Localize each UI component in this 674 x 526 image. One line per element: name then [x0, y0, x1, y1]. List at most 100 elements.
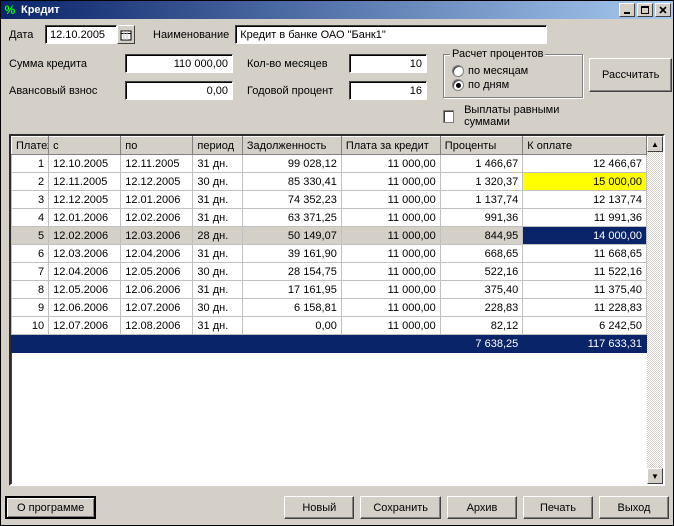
- cell[interactable]: 30 дн.: [193, 299, 242, 317]
- cell[interactable]: 11 000,00: [341, 263, 440, 281]
- cell[interactable]: 12.04.2006: [121, 245, 193, 263]
- cell[interactable]: 31 дн.: [193, 317, 242, 335]
- cell[interactable]: 991,36: [440, 209, 522, 227]
- cell[interactable]: 1 320,37: [440, 173, 522, 191]
- close-button[interactable]: [655, 3, 671, 17]
- cell[interactable]: 12.12.2005: [121, 173, 193, 191]
- cell[interactable]: 12.07.2006: [121, 299, 193, 317]
- table-row[interactable]: 312.12.200512.01.200631 дн.74 352,2311 0…: [12, 191, 647, 209]
- cell[interactable]: 11 000,00: [341, 299, 440, 317]
- cell[interactable]: 4: [12, 209, 49, 227]
- table-row[interactable]: 612.03.200612.04.200631 дн.39 161,9011 0…: [12, 245, 647, 263]
- cell[interactable]: 28 154,75: [242, 263, 341, 281]
- cell[interactable]: 85 330,41: [242, 173, 341, 191]
- cell[interactable]: 17 161,95: [242, 281, 341, 299]
- cell[interactable]: 12.06.2006: [121, 281, 193, 299]
- col-interest[interactable]: Проценты: [440, 137, 522, 155]
- cell[interactable]: 12.05.2006: [49, 281, 121, 299]
- cell[interactable]: 12.11.2005: [49, 173, 121, 191]
- table-row[interactable]: 1012.07.200612.08.200631 дн.0,0011 000,0…: [12, 317, 647, 335]
- about-button[interactable]: О программе: [5, 496, 96, 519]
- cell[interactable]: 14 000,00: [523, 227, 647, 245]
- cell[interactable]: 31 дн.: [193, 245, 242, 263]
- cell[interactable]: 63 371,25: [242, 209, 341, 227]
- name-input[interactable]: [235, 25, 547, 44]
- cell[interactable]: 99 028,12: [242, 155, 341, 173]
- save-button[interactable]: Сохранить: [360, 496, 441, 519]
- cell[interactable]: 31 дн.: [193, 191, 242, 209]
- cell[interactable]: 11 668,65: [523, 245, 647, 263]
- cell[interactable]: 74 352,23: [242, 191, 341, 209]
- cell[interactable]: 12.02.2006: [49, 227, 121, 245]
- cell[interactable]: 10: [12, 317, 49, 335]
- cell[interactable]: 5: [12, 227, 49, 245]
- cell[interactable]: 12.10.2005: [49, 155, 121, 173]
- col-from[interactable]: с: [49, 137, 121, 155]
- sum-input[interactable]: [125, 54, 233, 73]
- cell[interactable]: 31 дн.: [193, 209, 242, 227]
- cell[interactable]: 12.12.2005: [49, 191, 121, 209]
- cell[interactable]: 11 522,16: [523, 263, 647, 281]
- advance-input[interactable]: [125, 81, 233, 100]
- cell[interactable]: 30 дн.: [193, 173, 242, 191]
- cell[interactable]: 844,95: [440, 227, 522, 245]
- print-button[interactable]: Печать: [523, 496, 593, 519]
- titlebar[interactable]: % Кредит: [1, 1, 673, 19]
- cell[interactable]: 6 242,50: [523, 317, 647, 335]
- cell[interactable]: 12.08.2006: [121, 317, 193, 335]
- cell[interactable]: 7: [12, 263, 49, 281]
- col-to[interactable]: по: [121, 137, 193, 155]
- cell[interactable]: 82,12: [440, 317, 522, 335]
- cell[interactable]: 8: [12, 281, 49, 299]
- minimize-button[interactable]: [619, 3, 635, 17]
- vertical-scrollbar[interactable]: ▲ ▼: [647, 136, 663, 484]
- cell[interactable]: 228,83: [440, 299, 522, 317]
- radio-by-months[interactable]: по месяцам: [452, 65, 574, 77]
- cell[interactable]: 12.11.2005: [121, 155, 193, 173]
- cell[interactable]: 12.01.2006: [49, 209, 121, 227]
- cell[interactable]: 12.06.2006: [49, 299, 121, 317]
- cell[interactable]: 1 137,74: [440, 191, 522, 209]
- cell[interactable]: 12.07.2006: [49, 317, 121, 335]
- col-debt[interactable]: Задолженность: [242, 137, 341, 155]
- cell[interactable]: 12.02.2006: [121, 209, 193, 227]
- cell[interactable]: 2: [12, 173, 49, 191]
- scroll-down-icon[interactable]: ▼: [647, 468, 663, 484]
- table-row[interactable]: 212.11.200512.12.200530 дн.85 330,4111 0…: [12, 173, 647, 191]
- scroll-up-icon[interactable]: ▲: [647, 136, 663, 152]
- exit-button[interactable]: Выход: [599, 496, 669, 519]
- cell[interactable]: 522,16: [440, 263, 522, 281]
- rate-input[interactable]: [349, 81, 427, 100]
- cell[interactable]: 11 375,40: [523, 281, 647, 299]
- cell[interactable]: 11 000,00: [341, 281, 440, 299]
- cell[interactable]: 12 466,67: [523, 155, 647, 173]
- cell[interactable]: 30 дн.: [193, 263, 242, 281]
- cell[interactable]: 668,65: [440, 245, 522, 263]
- cell[interactable]: 12.03.2006: [49, 245, 121, 263]
- table-row[interactable]: 512.02.200612.03.200628 дн.50 149,0711 0…: [12, 227, 647, 245]
- col-total[interactable]: К оплате: [523, 137, 647, 155]
- table-row[interactable]: 412.01.200612.02.200631 дн.63 371,2511 0…: [12, 209, 647, 227]
- cell[interactable]: 11 000,00: [341, 155, 440, 173]
- months-input[interactable]: [349, 54, 427, 73]
- table-row[interactable]: 712.04.200612.05.200630 дн.28 154,7511 0…: [12, 263, 647, 281]
- cell[interactable]: 15 000,00: [523, 173, 647, 191]
- cell[interactable]: 11 000,00: [341, 209, 440, 227]
- table-row[interactable]: 812.05.200612.06.200631 дн.17 161,9511 0…: [12, 281, 647, 299]
- cell[interactable]: 12 137,74: [523, 191, 647, 209]
- cell[interactable]: 11 000,00: [341, 317, 440, 335]
- radio-by-days[interactable]: по дням: [452, 79, 574, 91]
- cell[interactable]: 0,00: [242, 317, 341, 335]
- cell[interactable]: 50 149,07: [242, 227, 341, 245]
- table-row[interactable]: 112.10.200512.11.200531 дн.99 028,1211 0…: [12, 155, 647, 173]
- cell[interactable]: 11 228,83: [523, 299, 647, 317]
- date-picker-button[interactable]: [117, 25, 135, 44]
- cell[interactable]: 12.03.2006: [121, 227, 193, 245]
- cell[interactable]: 39 161,90: [242, 245, 341, 263]
- cell[interactable]: 1 466,67: [440, 155, 522, 173]
- cell[interactable]: 12.01.2006: [121, 191, 193, 209]
- cell[interactable]: 31 дн.: [193, 281, 242, 299]
- col-payment[interactable]: Платеж: [12, 137, 49, 155]
- new-button[interactable]: Новый: [284, 496, 354, 519]
- cell[interactable]: 12.04.2006: [49, 263, 121, 281]
